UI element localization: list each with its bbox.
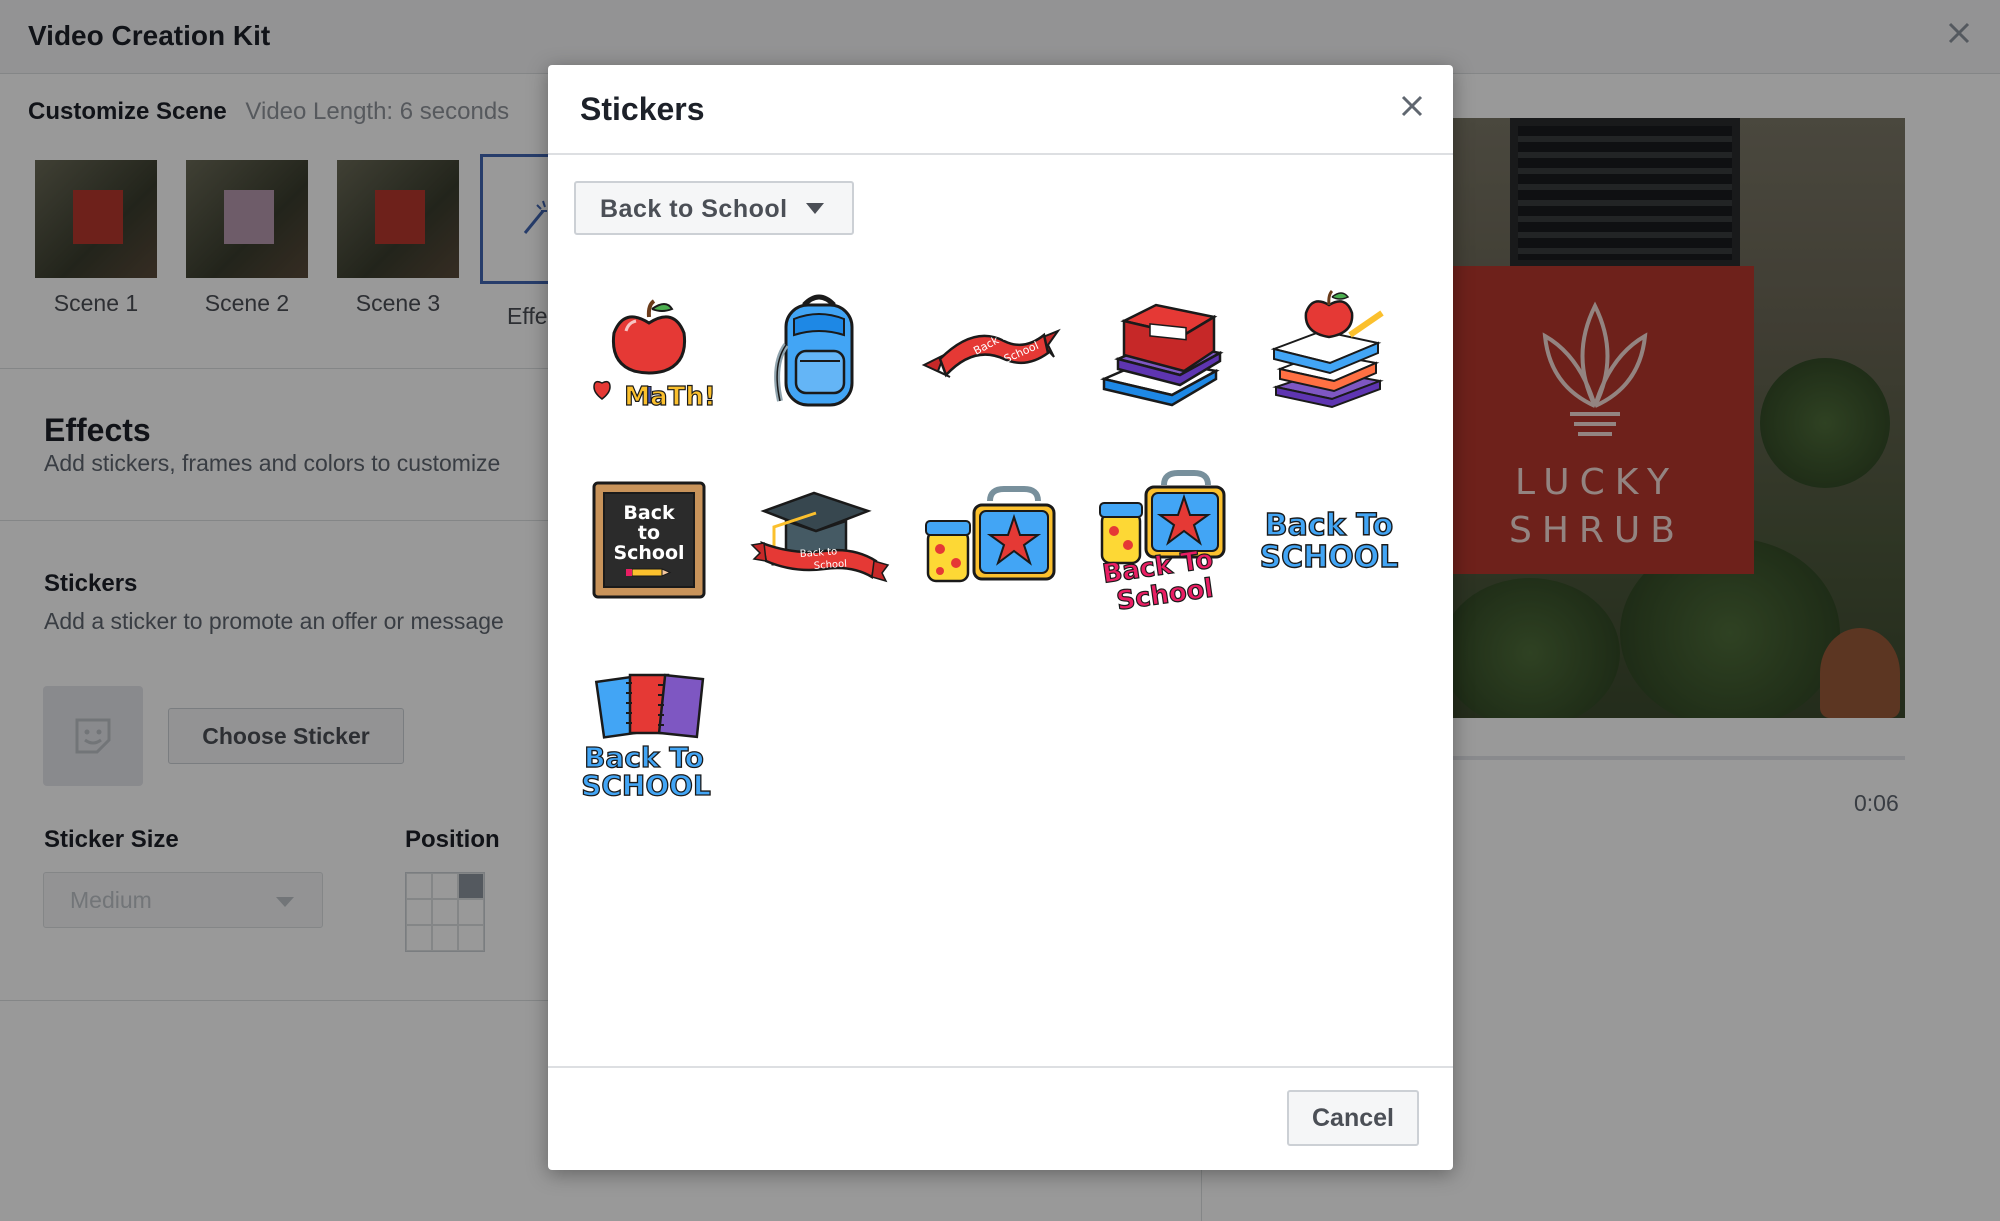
svg-text:School: School — [813, 559, 847, 572]
sticker-book-stack[interactable] — [1084, 275, 1234, 425]
sticker-back-to-school-ribbon[interactable]: Back to School — [914, 275, 1064, 425]
sticker-category-select[interactable]: Back to School — [574, 181, 854, 235]
sticker-category-value: Back to School — [600, 195, 788, 223]
cancel-button[interactable]: Cancel — [1287, 1090, 1419, 1146]
svg-text:SCHOOL: SCHOOL — [1260, 540, 1399, 575]
svg-text:to: to — [638, 522, 660, 544]
sticker-lunchbox[interactable] — [914, 465, 1064, 615]
sticker-notebooks-back-to-school[interactable]: Back To SCHOOL — [574, 655, 724, 805]
chevron-down-icon — [806, 203, 824, 214]
svg-text:Back To: Back To — [1265, 508, 1393, 543]
svg-text:SCHOOL: SCHOOL — [581, 769, 711, 802]
modal-title: Stickers — [580, 91, 705, 127]
stickers-modal: Stickers Back to School I MaTh! Back to … — [548, 65, 1453, 1170]
svg-text:Back: Back — [623, 502, 675, 524]
svg-text:MaTh!: MaTh! — [624, 382, 716, 412]
sticker-backpack[interactable] — [744, 275, 894, 425]
sticker-chalkboard[interactable]: Back to School — [574, 465, 724, 615]
sticker-graduation-cap[interactable]: Back to School — [744, 465, 894, 615]
modal-header: Stickers — [548, 65, 1453, 155]
modal-footer: Cancel — [548, 1066, 1453, 1170]
svg-text:School: School — [613, 542, 684, 564]
close-icon[interactable] — [1395, 89, 1429, 123]
sticker-i-love-math[interactable]: I MaTh! — [574, 275, 724, 425]
sticker-lunchbox-back-to-school[interactable]: Back To School — [1084, 465, 1234, 615]
sticker-back-to-school-text[interactable]: Back To SCHOOL — [1254, 465, 1404, 615]
sticker-apple-on-books[interactable] — [1254, 275, 1404, 425]
